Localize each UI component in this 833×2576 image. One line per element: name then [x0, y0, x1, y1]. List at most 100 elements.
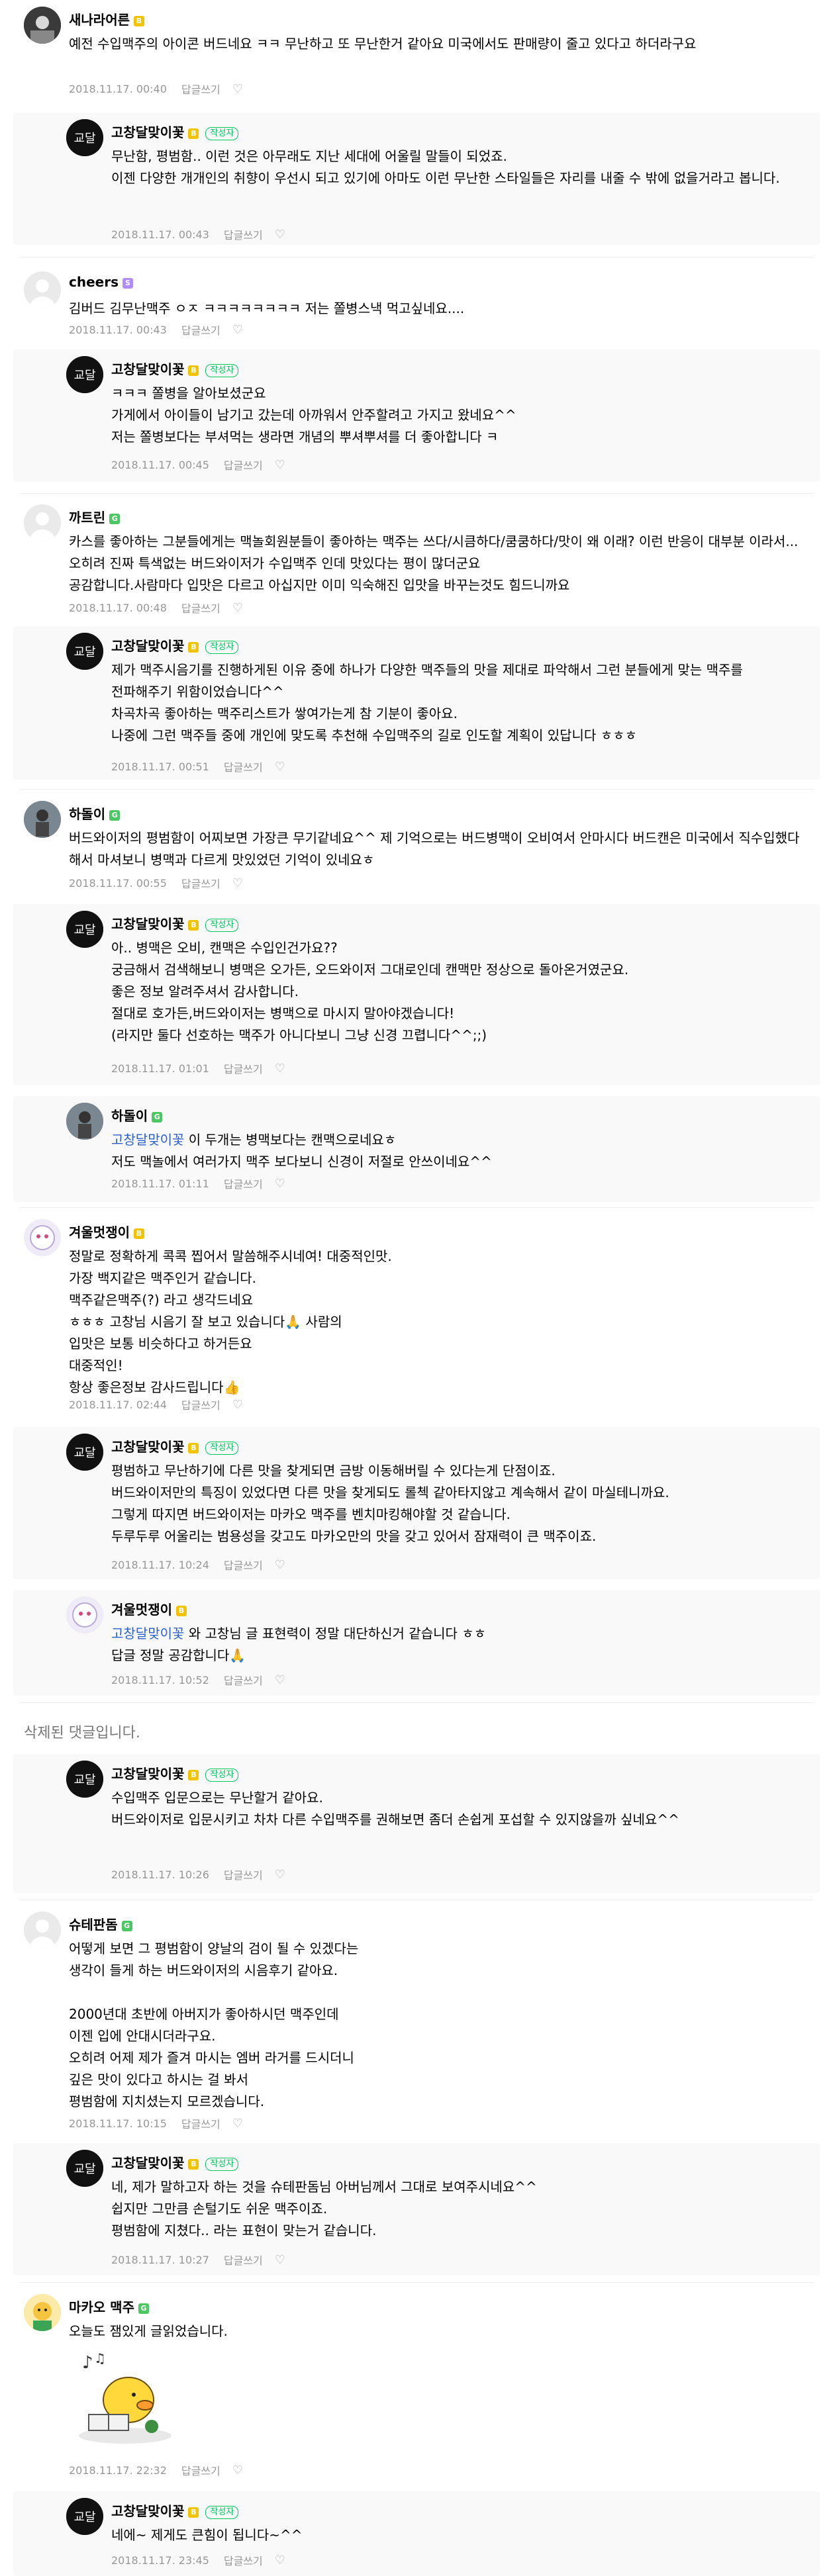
- reply-button[interactable]: 답글쓰기: [181, 600, 220, 616]
- heart-icon[interactable]: ♡: [232, 601, 243, 615]
- heart-icon[interactable]: ♡: [232, 323, 243, 337]
- avatar[interactable]: 교달: [66, 1434, 103, 1471]
- comment-item: 마카오 맥주 G 오늘도 잼있게 글읽었습니다. ♪ ♫ 2018.11.17. …: [0, 2287, 833, 2479]
- avatar[interactable]: [24, 7, 61, 44]
- avatar[interactable]: 교달: [66, 1761, 103, 1798]
- comment-text: 어떻게 보면 그 평범함이 양날의 검이 될 수 있겠다는 생각이 들게 하는 …: [69, 1941, 359, 2109]
- comment-text: 버드와이저의 평범함이 어찌보면 가장큰 무기같네요^^ 제 기억으로는 버드병…: [69, 830, 804, 868]
- reply-item: 교달 고창달맞이꽃 B 작성자 제가 맥주시음기를 진행하게된 이유 중에 하나가 …: [13, 626, 820, 780]
- comment-info: 2018.11.17. 02:44 답글쓰기 ♡: [69, 1397, 243, 1412]
- member-grade-icon: B: [188, 1443, 199, 1453]
- heart-icon[interactable]: ♡: [232, 82, 243, 96]
- reply-button[interactable]: 답글쓰기: [224, 1672, 263, 1688]
- author-badge: 작성자: [205, 2506, 239, 2519]
- avatar[interactable]: [24, 271, 61, 308]
- comment-nickname[interactable]: 고창달맞이꽃 B 작성자: [111, 122, 239, 141]
- reply-button[interactable]: 답글쓰기: [224, 1175, 263, 1191]
- author-badge: 작성자: [205, 2158, 239, 2171]
- comment-nickname[interactable]: 하돌이 G: [69, 804, 121, 823]
- avatar[interactable]: [24, 1911, 61, 1949]
- heart-icon[interactable]: ♡: [232, 2117, 243, 2131]
- avatar[interactable]: [24, 801, 61, 838]
- comment-nickname[interactable]: 마카오 맥주 G: [69, 2297, 149, 2316]
- comment-nickname[interactable]: 고창달맞이꽃 B 작성자: [111, 2501, 239, 2520]
- comment-nickname[interactable]: 겨울멋쟁이 B: [69, 1222, 144, 1241]
- heart-icon[interactable]: ♡: [232, 1398, 243, 1412]
- heart-icon[interactable]: ♡: [275, 1062, 285, 1076]
- avatar[interactable]: [24, 504, 61, 541]
- comment-info: 2018.11.17. 10:27 답글쓰기 ♡: [111, 2252, 285, 2268]
- reply-button[interactable]: 답글쓰기: [224, 2252, 263, 2268]
- comment-list: 새나라어른 B 예전 수입맥주의 아이콘 버드네요 ㅋㅋ 무난하고 또 무난한거 …: [0, 0, 833, 2576]
- heart-icon[interactable]: ♡: [275, 1868, 285, 1882]
- reply-button[interactable]: 답글쓰기: [181, 2115, 220, 2131]
- comment-date: 2018.11.17. 23:45: [111, 2553, 209, 2567]
- reply-button[interactable]: 답글쓰기: [224, 226, 263, 242]
- svg-text:♫: ♫: [94, 2350, 106, 2366]
- comment-nickname[interactable]: 고창달맞이꽃 B 작성자: [111, 2152, 239, 2172]
- comment-nickname[interactable]: 새나라어른 B: [69, 9, 144, 28]
- divider: [20, 2282, 813, 2283]
- comment-nickname[interactable]: 고창달맞이꽃 B 작성자: [111, 913, 239, 933]
- comment-date: 2018.11.17. 10:24: [111, 1558, 209, 1571]
- author-badge: 작성자: [205, 364, 239, 377]
- comment-nickname[interactable]: 까트린 G: [69, 507, 121, 526]
- heart-icon[interactable]: ♡: [275, 2253, 285, 2267]
- reply-button[interactable]: 답글쓰기: [224, 457, 263, 473]
- comment-info: 2018.11.17. 01:01 답글쓰기 ♡: [111, 1060, 285, 1076]
- avatar[interactable]: [24, 2294, 61, 2331]
- heart-icon[interactable]: ♡: [275, 760, 285, 774]
- member-grade-icon: G: [138, 2303, 149, 2314]
- reply-button[interactable]: 답글쓰기: [224, 1060, 263, 1076]
- avatar[interactable]: 교달: [66, 633, 103, 670]
- svg-text:교달: 교달: [74, 132, 95, 146]
- comment-item: 까트린 G 카스를 좋아하는 그분들에게는 맥놀회원분들이 좋아하는 맥주는 쓰다…: [0, 498, 833, 617]
- comment-nickname[interactable]: cheers S: [69, 274, 133, 290]
- avatar[interactable]: [66, 1103, 103, 1140]
- mention-link[interactable]: 고창달맞이꽃: [111, 1626, 184, 1641]
- avatar[interactable]: [66, 1596, 103, 1633]
- comment-nickname[interactable]: 슈테판돔 G: [69, 1914, 132, 1933]
- divider: [20, 789, 813, 790]
- avatar[interactable]: 교달: [66, 356, 103, 393]
- comment-nickname[interactable]: 고창달맞이꽃 B 작성자: [111, 1436, 239, 1455]
- reply-button[interactable]: 답글쓰기: [181, 322, 220, 338]
- avatar[interactable]: 교달: [66, 2498, 103, 2535]
- member-grade-icon: B: [134, 16, 144, 26]
- heart-icon[interactable]: ♡: [232, 876, 243, 890]
- comment-nickname[interactable]: 고창달맞이꽃 B 작성자: [111, 1763, 239, 1782]
- reply-item: 교달 고창달맞이꽃 B 작성자 무난함, 평범함.. 이런 것은 아무래도 지난 세…: [13, 113, 820, 245]
- heart-icon[interactable]: ♡: [275, 228, 285, 242]
- comment-nickname[interactable]: 겨울멋쟁이 B: [111, 1599, 187, 1618]
- member-grade-icon: B: [176, 1606, 187, 1616]
- reply-button[interactable]: 답글쓰기: [181, 81, 220, 97]
- heart-icon[interactable]: ♡: [275, 1558, 285, 1572]
- reply-button[interactable]: 답글쓰기: [224, 1866, 263, 1882]
- member-grade-icon: B: [188, 365, 199, 376]
- comment-info: 2018.11.17. 23:45 답글쓰기 ♡: [111, 2552, 285, 2568]
- avatar[interactable]: [24, 1219, 61, 1256]
- reply-button[interactable]: 답글쓰기: [224, 759, 263, 774]
- comment-text: 무난함, 평범함.. 이런 것은 아무래도 지난 세대에 어울릴 말들이 되었죠…: [111, 148, 780, 186]
- heart-icon[interactable]: ♡: [275, 458, 285, 472]
- heart-icon[interactable]: ♡: [275, 1673, 285, 1687]
- reply-button[interactable]: 답글쓰기: [181, 2462, 220, 2478]
- heart-icon[interactable]: ♡: [232, 2463, 243, 2477]
- author-badge: 작성자: [205, 1769, 239, 1782]
- avatar[interactable]: 교달: [66, 2150, 103, 2187]
- heart-icon[interactable]: ♡: [275, 1177, 285, 1191]
- reply-button[interactable]: 답글쓰기: [224, 1557, 263, 1573]
- comment-item: 하돌이 G 버드와이저의 평범함이 어찌보면 가장큰 무기같네요^^ 제 기억으로…: [0, 794, 833, 894]
- reply-button[interactable]: 답글쓰기: [224, 2552, 263, 2568]
- comment-nickname[interactable]: 고창달맞이꽃 B 작성자: [111, 635, 239, 655]
- mention-link[interactable]: 고창달맞이꽃: [111, 1132, 184, 1148]
- comment-date: 2018.11.17. 00:48: [69, 601, 167, 614]
- heart-icon[interactable]: ♡: [275, 2553, 285, 2567]
- comment-nickname[interactable]: 하돌이 G: [111, 1105, 163, 1125]
- comment-nickname[interactable]: 고창달맞이꽃 B 작성자: [111, 359, 239, 378]
- divider: [20, 1702, 813, 1703]
- avatar[interactable]: 교달: [66, 911, 103, 948]
- reply-button[interactable]: 답글쓰기: [181, 1397, 220, 1412]
- avatar[interactable]: 교달: [66, 119, 103, 156]
- reply-button[interactable]: 답글쓰기: [181, 875, 220, 891]
